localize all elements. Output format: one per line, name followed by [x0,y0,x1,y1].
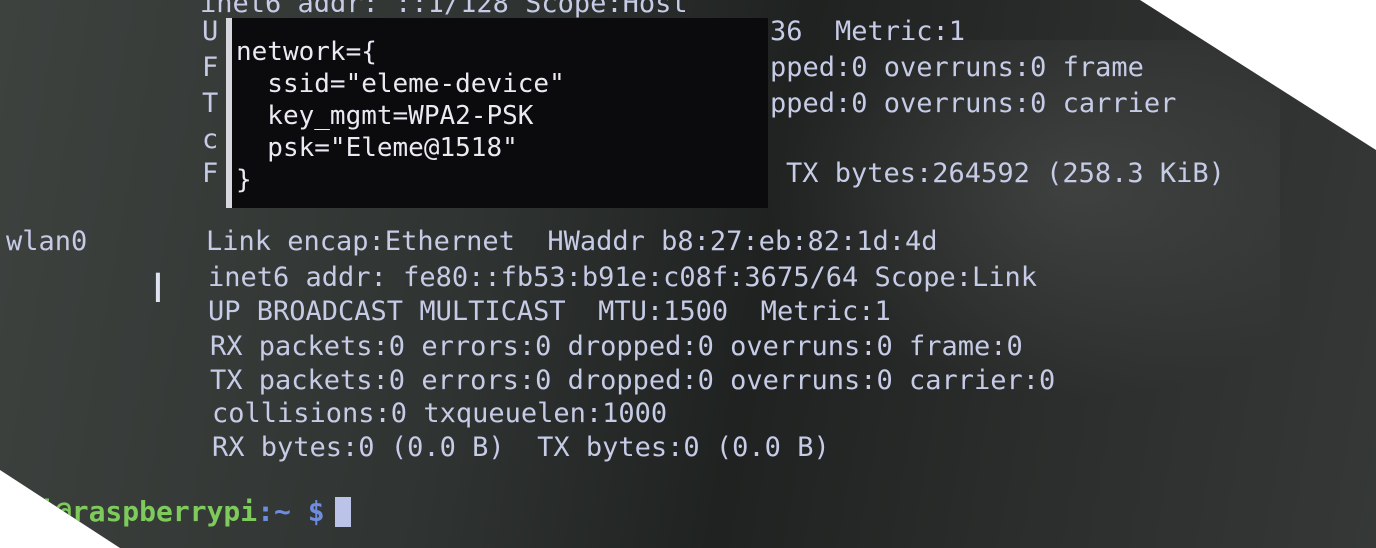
text-cursor-ibeam-icon: I [152,266,164,312]
shell-prompt[interactable]: i@raspberrypi:~ $ [38,495,351,528]
wlan-line-collisions: collisions:0 txqueuelen:1000 [212,398,668,429]
edge-char: T [202,88,219,119]
terminal-fragment-tx-bytes: TX bytes:264592 (258.3 KiB) [786,158,1225,189]
config-line-ssid: ssid="eleme-device" [236,69,565,99]
edge-char: U [202,16,219,47]
terminal-fragment-metric: 36 Metric:1 [770,16,966,47]
edge-char: c [202,124,219,155]
block-cursor [334,497,351,527]
terminal-top-fragment: inet6 addr: ::1/128 Scope:Host [200,0,688,19]
config-line-close: } [236,165,252,195]
config-line-network: network={ [236,37,377,67]
wlan-line-link: Link encap:Ethernet HWaddr b8:27:eb:82:1… [206,226,938,257]
edge-char: F [202,52,219,83]
wpa-config-text: network={ ssid="eleme-device" key_mgmt=W… [236,36,565,196]
wlan-line-tx-packets: TX packets:0 errors:0 dropped:0 overruns… [210,365,1056,396]
terminal-fragment-tx-dropped: pped:0 overruns:0 carrier [770,88,1177,119]
wlan-line-rx-packets: RX packets:0 errors:0 dropped:0 overruns… [210,331,1023,362]
config-line-key-mgmt: key_mgmt=WPA2-PSK [236,101,534,131]
terminal-fragment-rx-dropped: pped:0 overruns:0 frame [770,52,1144,83]
interface-name: wlan0 [6,226,88,257]
prompt-user: i@raspberrypi [38,495,258,528]
prompt-path: :~ [257,495,308,528]
wlan-line-inet6: inet6 addr: fe80::fb53:b91e:c08f:3675/64… [208,262,1038,293]
edge-char: F [202,158,219,189]
prompt-symbol: $ [307,495,325,528]
wlan-line-flags: UP BROADCAST MULTICAST MTU:1500 Metric:1 [208,296,891,327]
config-line-psk: psk="Eleme@1518" [236,133,518,163]
wlan-line-bytes: RX bytes:0 (0.0 B) TX bytes:0 (0.0 B) [212,432,830,463]
